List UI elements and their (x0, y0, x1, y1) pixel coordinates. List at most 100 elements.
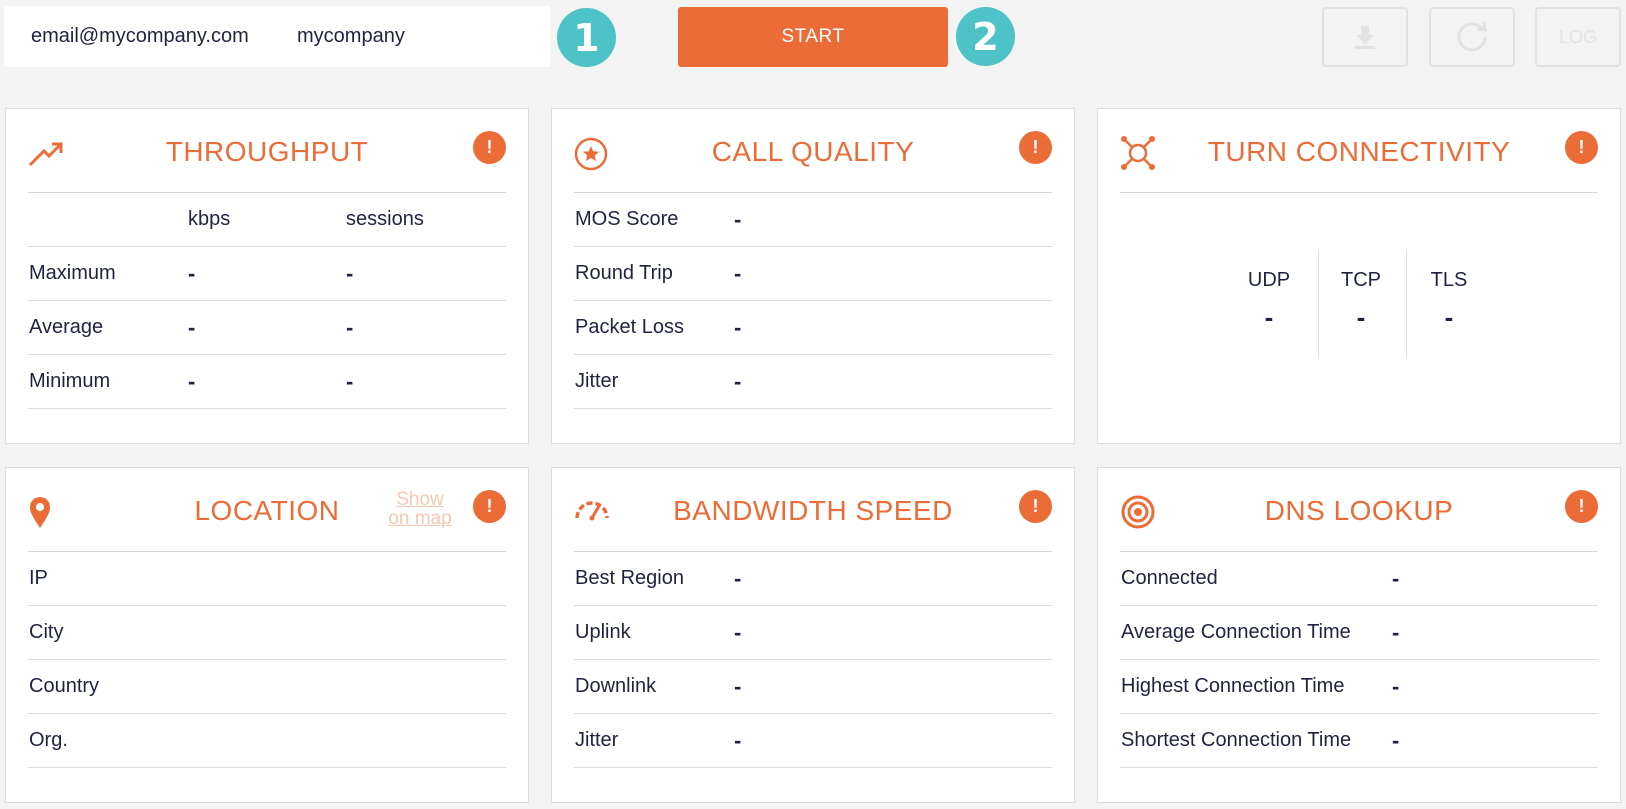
table-row: Packet Loss - (574, 301, 1052, 355)
row-label: Org. (29, 729, 68, 751)
kbps-value: - (188, 368, 196, 394)
row-value: - (1392, 727, 1400, 753)
turn-warning-icon[interactable]: ! (1565, 131, 1598, 164)
dns-lookup-card: DNS LOOKUP ! Connected - Average Connect… (1097, 467, 1621, 803)
table-row: Highest Connection Time - (1120, 660, 1598, 714)
table-row: Org. (28, 714, 506, 768)
location-header: LOCATION Show on map ! (28, 468, 506, 552)
row-label: Shortest Connection Time (1121, 729, 1352, 751)
table-row: Jitter - (574, 714, 1052, 768)
refresh-icon (1457, 21, 1487, 52)
call-quality-title: CALL QUALITY (711, 136, 915, 167)
row-label: Packet Loss (575, 316, 684, 338)
row-value: - (1392, 673, 1400, 699)
table-row: IP (28, 552, 506, 606)
row-value: - (734, 619, 742, 645)
bandwidth-speed-card: BANDWIDTH SPEED ! Best Region - Uplink -… (551, 467, 1075, 803)
row-label: Highest Connection Time (1121, 675, 1345, 697)
call-quality-header: CALL QUALITY ! (574, 109, 1052, 193)
table-row: Jitter - (574, 355, 1052, 409)
bandwidth-speed-title: BANDWIDTH SPEED (673, 495, 953, 526)
kbps-value: - (188, 260, 196, 286)
map-link-line1: Show (396, 489, 444, 510)
row-value: - (1392, 565, 1400, 591)
throughput-warning-icon[interactable]: ! (473, 131, 506, 164)
log-button[interactable]: LOG (1535, 7, 1621, 67)
row-value: - (734, 368, 742, 394)
map-link-line2: on map (388, 508, 452, 529)
throughput-title: THROUGHPUT (165, 136, 369, 167)
table-row: Uplink - (574, 606, 1052, 660)
row-label: Maximum (29, 262, 116, 284)
table-row: Shortest Connection Time - (1120, 714, 1598, 768)
table-row: Minimum - - (28, 355, 506, 409)
tls-column: TLS - (1404, 249, 1494, 359)
table-row: Average Connection Time - (1120, 606, 1598, 660)
row-label: Jitter (575, 729, 619, 751)
kbps-header: kbps (188, 208, 231, 230)
sessions-value: - (346, 314, 354, 340)
table-row: Connected - (1120, 552, 1598, 606)
tls-label: TLS (1430, 269, 1468, 291)
row-label: Round Trip (575, 262, 673, 284)
row-value: - (734, 673, 742, 699)
table-row: Country (28, 660, 506, 714)
tcp-value: - (1356, 302, 1366, 332)
row-label: MOS Score (575, 208, 679, 230)
table-row: MOS Score - (574, 193, 1052, 247)
row-value: - (1392, 619, 1400, 645)
download-icon (1355, 26, 1375, 49)
turn-protocols: UDP - TCP - TLS - (1098, 249, 1620, 359)
call-quality-card: CALL QUALITY ! MOS Score - Round Trip - … (551, 108, 1075, 444)
row-label: Connected (1121, 567, 1218, 589)
download-button[interactable] (1322, 7, 1408, 67)
row-value: - (734, 260, 742, 286)
table-row: Average - - (28, 301, 506, 355)
row-label: City (29, 621, 64, 643)
table-row: City (28, 606, 506, 660)
step-1-badge: 1 (557, 8, 616, 67)
row-label: Jitter (575, 370, 619, 392)
udp-label: UDP (1247, 269, 1291, 291)
refresh-button[interactable] (1429, 7, 1515, 67)
table-row: Maximum - - (28, 247, 506, 301)
table-row: Downlink - (574, 660, 1052, 714)
turn-connectivity-card: TURN CONNECTIVITY ! UDP - TCP - TLS - (1097, 108, 1621, 444)
tcp-column: TCP - (1316, 249, 1406, 359)
row-value: - (734, 206, 742, 232)
email-input[interactable] (4, 6, 277, 67)
table-row: Best Region - (574, 552, 1052, 606)
throughput-header: THROUGHPUT ! (28, 109, 506, 193)
location-warning-icon[interactable]: ! (473, 490, 506, 523)
step-2-badge: 2 (956, 7, 1015, 66)
tcp-label: TCP (1341, 269, 1381, 291)
sessions-value: - (346, 368, 354, 394)
row-label: IP (29, 567, 48, 589)
udp-column: UDP - (1224, 249, 1314, 359)
show-on-map-link[interactable]: Show on map (385, 490, 455, 528)
row-label: Best Region (575, 567, 684, 589)
dns-warning-icon[interactable]: ! (1565, 490, 1598, 523)
bandwidth-warning-icon[interactable]: ! (1019, 490, 1052, 523)
location-card: LOCATION Show on map ! IP City Country O… (5, 467, 529, 803)
row-label: Downlink (575, 675, 657, 697)
call-quality-warning-icon[interactable]: ! (1019, 131, 1052, 164)
throughput-column-headers: kbps sessions (28, 193, 506, 247)
sessions-header: sessions (346, 208, 424, 230)
row-label: Country (29, 675, 100, 697)
credentials-bar (4, 6, 562, 67)
turn-connectivity-header: TURN CONNECTIVITY ! (1120, 109, 1598, 193)
row-value: - (734, 565, 742, 591)
row-value: - (734, 727, 742, 753)
throughput-card: THROUGHPUT ! kbps sessions Maximum - - A… (5, 108, 529, 444)
kbps-value: - (188, 314, 196, 340)
row-label: Minimum (29, 370, 111, 392)
start-button[interactable]: START (678, 7, 948, 67)
row-label: Average (29, 316, 104, 338)
row-label: Uplink (575, 621, 631, 643)
tls-value: - (1444, 302, 1454, 332)
table-row: Round Trip - (574, 247, 1052, 301)
company-input[interactable] (277, 6, 562, 67)
udp-value: - (1264, 302, 1274, 332)
bandwidth-speed-header: BANDWIDTH SPEED ! (574, 468, 1052, 552)
